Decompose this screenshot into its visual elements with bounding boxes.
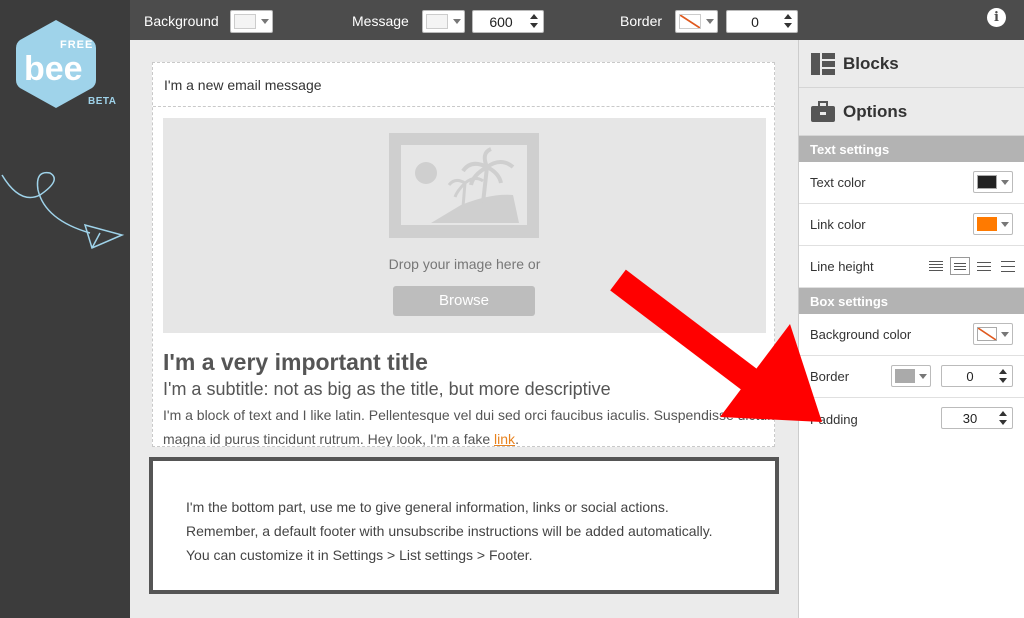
background-color-picker[interactable] (230, 10, 273, 33)
email-subject[interactable]: I'm a new email message (153, 63, 774, 107)
no-color-swatch (679, 14, 701, 29)
paper-plane-icon (1, 171, 125, 250)
link-color-picker[interactable] (973, 213, 1013, 235)
top-toolbar: Background Message 600 Border 0 i (130, 0, 1024, 40)
text-settings-header: Text settings (799, 136, 1024, 162)
decrement-icon[interactable] (784, 23, 792, 28)
box-border-color-picker[interactable] (891, 365, 931, 387)
box-border-value: 0 (966, 368, 974, 384)
message-label: Message (352, 13, 409, 29)
toolbox-icon (811, 100, 835, 122)
text-color-label: Text color (810, 175, 866, 190)
chevron-down-icon (706, 19, 714, 24)
increment-icon[interactable] (784, 14, 792, 19)
footer-line: You can customize it in Settings > List … (186, 547, 533, 563)
border-controls: 0 (891, 365, 1013, 387)
blocks-label: Blocks (843, 53, 899, 73)
color-swatch (426, 14, 448, 29)
annotation-arrow-icon (610, 269, 822, 422)
email-subtitle[interactable]: I'm a subtitle: not as big as the title,… (163, 379, 611, 400)
line-height-loose-icon[interactable] (974, 257, 994, 275)
chevron-down-icon (1001, 179, 1009, 185)
footer-line: Remember, a default footer with unsubscr… (186, 523, 713, 539)
padding-row: Padding 30 (799, 398, 1024, 440)
border-color-picker[interactable] (675, 10, 718, 33)
message-width-stepper[interactable]: 600 (472, 10, 544, 33)
text-color-row: Text color (799, 162, 1024, 204)
no-color-swatch (977, 327, 997, 341)
chevron-down-icon (1001, 221, 1009, 227)
increment-icon[interactable] (999, 369, 1007, 374)
message-color-picker[interactable] (422, 10, 465, 33)
body-link[interactable]: link (494, 431, 515, 446)
message-width-value: 600 (489, 13, 513, 30)
email-title[interactable]: I'm a very important title (163, 349, 428, 376)
options-label: Options (843, 101, 908, 121)
line-height-row: Line height (799, 246, 1024, 288)
increment-icon[interactable] (530, 14, 538, 19)
color-swatch (977, 217, 997, 231)
decrement-icon[interactable] (999, 378, 1007, 383)
background-label: Background (144, 13, 219, 29)
line-height-wide-icon[interactable] (998, 257, 1018, 275)
app-window: FREE bee BETA Background Message 600 Bor… (0, 0, 1024, 618)
beta-badge: BETA (88, 96, 117, 107)
link-color-label: Link color (810, 217, 866, 232)
increment-icon[interactable] (999, 411, 1007, 416)
border-row: Border 0 (799, 356, 1024, 398)
background-color-row: Background color (799, 314, 1024, 356)
info-icon[interactable]: i (987, 8, 1006, 27)
color-swatch (977, 175, 997, 189)
line-height-options (926, 257, 1018, 275)
decrement-icon[interactable] (530, 23, 538, 28)
link-color-row: Link color (799, 204, 1024, 246)
image-placeholder-icon (389, 133, 539, 238)
text-color-picker[interactable] (973, 171, 1013, 193)
border-label: Border (620, 13, 663, 29)
padding-value: 30 (962, 410, 978, 426)
options-tab[interactable]: Options (799, 88, 1024, 136)
blocks-icon (811, 52, 835, 75)
footer-line: I'm the bottom part, use me to give gene… (186, 499, 669, 515)
box-settings-header: Box settings (799, 288, 1024, 314)
chevron-down-icon (919, 373, 927, 379)
line-height-tight-icon[interactable] (926, 257, 946, 275)
padding-stepper[interactable]: 30 (941, 407, 1013, 429)
box-border-stepper[interactable]: 0 (941, 365, 1013, 387)
border-width-value: 0 (751, 13, 759, 30)
browse-button[interactable]: Browse (393, 286, 535, 316)
chevron-down-icon (1001, 331, 1009, 337)
chevron-down-icon (261, 19, 269, 24)
right-sidebar: Blocks Options Text settings Text color … (798, 40, 1024, 618)
left-rail: FREE bee BETA (0, 0, 130, 618)
svg-text:bee: bee (24, 50, 83, 88)
color-swatch (895, 369, 915, 383)
box-background-color-picker[interactable] (973, 323, 1013, 345)
border-width-stepper[interactable]: 0 (726, 10, 798, 33)
color-swatch (234, 14, 256, 29)
decrement-icon[interactable] (999, 420, 1007, 425)
body-end: . (515, 431, 519, 447)
blocks-tab[interactable]: Blocks (799, 40, 1024, 88)
bee-logo: FREE bee (16, 20, 96, 108)
line-height-normal-icon[interactable] (950, 257, 970, 275)
email-footer-block[interactable]: I'm the bottom part, use me to give gene… (149, 457, 779, 594)
chevron-down-icon (453, 19, 461, 24)
